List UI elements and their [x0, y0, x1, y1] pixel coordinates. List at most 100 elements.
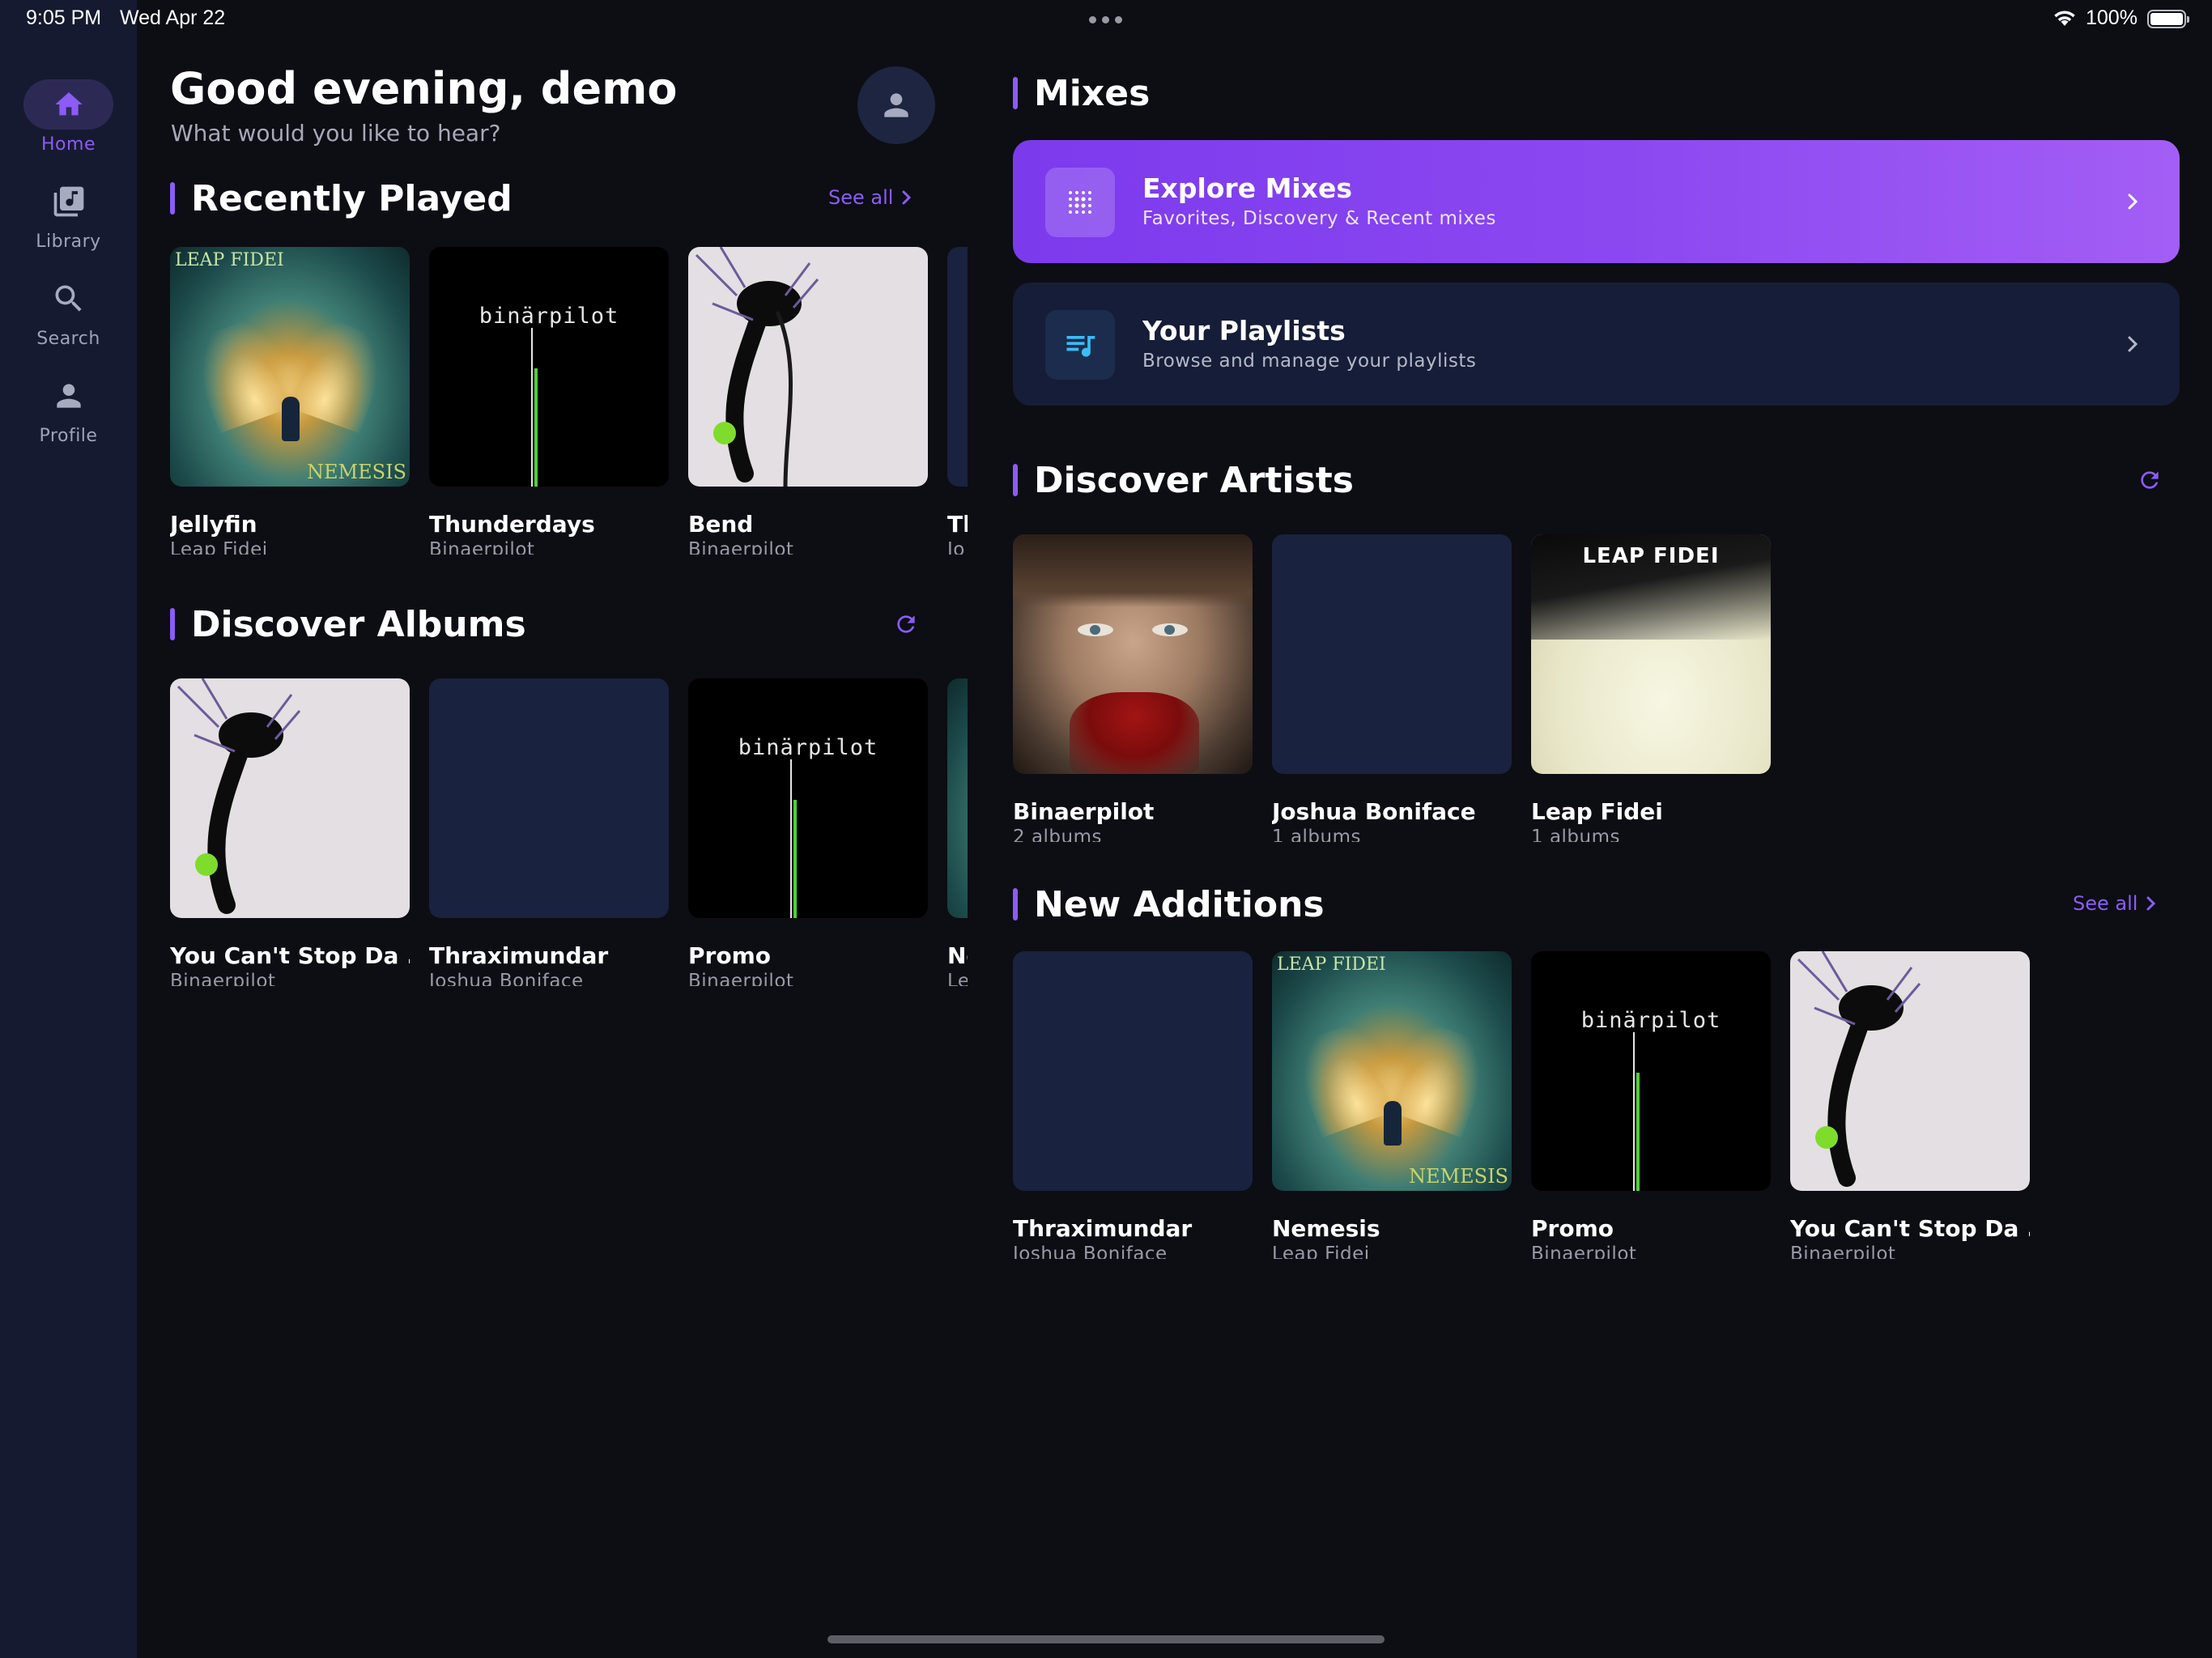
- album-title: Bend: [688, 511, 754, 538]
- album-title: Thraximundar: [429, 942, 609, 969]
- mix-card-subtitle: Browse and manage your playlists: [1142, 351, 1477, 372]
- mix-card-title: Your Playlists: [1142, 315, 1346, 346]
- album-card[interactable]: Ne Le: [947, 678, 968, 986]
- album-artist: Binaerpilot: [429, 539, 535, 555]
- search-icon: [55, 285, 82, 312]
- album-card[interactable]: Th Jo: [947, 247, 968, 555]
- album-title: Jellyfin: [170, 511, 257, 538]
- album-card[interactable]: Thraximundar Joshua Boniface: [1013, 951, 1253, 1259]
- album-title: Ne: [947, 942, 968, 969]
- album-title: Promo: [1531, 1215, 1614, 1242]
- home-indicator[interactable]: [827, 1635, 1385, 1643]
- artist-name: Leap Fidei: [1531, 798, 1663, 825]
- battery-percent: 100%: [2086, 6, 2138, 29]
- library-icon: [53, 186, 83, 217]
- discover-albums-row[interactable]: You Can't Stop Da ... Binaerpilot Thraxi…: [170, 678, 968, 986]
- mixes-header: Mixes: [1013, 72, 1151, 114]
- album-art: binärpilot: [1531, 951, 1771, 1191]
- album-art: [947, 678, 968, 918]
- section-title: Discover Artists: [1034, 459, 1354, 501]
- refresh-icon: [2141, 471, 2159, 489]
- artist-image: LEAP FIDEI: [1531, 534, 1771, 774]
- refresh-icon: [897, 615, 915, 633]
- album-art: binärpilot: [688, 678, 928, 918]
- new-additions-row[interactable]: Thraximundar Joshua Boniface LEAP FIDEI …: [1013, 951, 2180, 1259]
- album-card[interactable]: LEAP FIDEI NEMESIS Nemesis Leap Fidei: [1272, 951, 1512, 1259]
- album-art: [947, 247, 968, 487]
- album-card[interactable]: binärpilot Promo Binaerpilot: [688, 678, 928, 986]
- album-title: You Can't Stop Da ...: [170, 942, 410, 969]
- discover-albums-header: Discover Albums: [170, 603, 526, 645]
- your-playlists-card[interactable]: Your Playlists Browse and manage your pl…: [1013, 283, 2180, 406]
- sidebar: Home Library Search Profile: [0, 0, 137, 1658]
- artist-card[interactable]: Binaerpilot 2 albums: [1013, 534, 1253, 842]
- section-accent-bar: [1013, 888, 1018, 920]
- discover-artists-row[interactable]: Binaerpilot 2 albums Joshua Boniface 1 a…: [1013, 534, 2180, 842]
- recently-played-see-all-button[interactable]: See all: [828, 186, 912, 209]
- mix-card-subtitle: Favorites, Discovery & Recent mixes: [1142, 208, 1496, 229]
- album-artist: Binaerpilot: [1531, 1244, 1637, 1259]
- album-art: LEAP FIDEI NEMESIS: [1272, 951, 1512, 1191]
- album-art: [429, 678, 669, 918]
- album-card[interactable]: binärpilot Promo Binaerpilot: [1531, 951, 1771, 1259]
- album-artist: Binaerpilot: [688, 971, 794, 986]
- artist-album-count: 1 albums: [1272, 827, 1361, 842]
- discover-artists-refresh-button[interactable]: [2133, 464, 2166, 496]
- album-card[interactable]: binärpilot Thunderdays Binaerpilot: [429, 247, 669, 555]
- sidebar-item-home[interactable]: Home: [0, 79, 137, 155]
- multitasking-dots-icon[interactable]: [1089, 16, 1122, 23]
- album-art: LEAP FIDEI NEMESIS: [170, 247, 410, 487]
- album-card[interactable]: Bend Binaerpilot: [688, 247, 928, 555]
- profile-icon: [884, 93, 908, 117]
- greeting-subtitle: What would you like to hear?: [171, 120, 501, 147]
- album-title: Promo: [688, 942, 771, 969]
- artist-name: Joshua Boniface: [1272, 798, 1476, 825]
- recently-played-row[interactable]: LEAP FIDEI NEMESIS Jellyfin Leap Fidei b…: [170, 247, 968, 555]
- album-card[interactable]: Thraximundar Joshua Boniface: [429, 678, 669, 986]
- album-title: You Can't Stop Da ...: [1790, 1215, 2030, 1242]
- artist-album-count: 1 albums: [1531, 827, 1620, 842]
- sidebar-item-label: Profile: [39, 426, 98, 446]
- see-all-label: See all: [2073, 892, 2138, 915]
- chevron-right-icon: [902, 190, 912, 205]
- home-icon: [54, 92, 83, 116]
- album-card[interactable]: You Can't Stop Da ... Binaerpilot: [1790, 951, 2030, 1259]
- album-card[interactable]: You Can't Stop Da ... Binaerpilot: [170, 678, 410, 986]
- greeting-title: Good evening, demo: [170, 63, 678, 114]
- album-artist: Leap Fidei: [170, 539, 268, 555]
- artist-card[interactable]: LEAP FIDEI Leap Fidei 1 albums: [1531, 534, 1771, 842]
- profile-icon: [56, 384, 81, 408]
- album-artist: Jo: [947, 539, 965, 555]
- explore-mixes-card[interactable]: Explore Mixes Favorites, Discovery & Rec…: [1013, 140, 2180, 263]
- section-accent-bar: [170, 608, 175, 640]
- discover-albums-refresh-button[interactable]: [890, 608, 922, 640]
- status-date: Wed Apr 22: [120, 6, 226, 29]
- chevron-right-icon: [2128, 193, 2138, 210]
- album-title: Nemesis: [1272, 1215, 1380, 1242]
- artist-card[interactable]: Joshua Boniface 1 albums: [1272, 534, 1512, 842]
- sidebar-item-library[interactable]: Library: [0, 176, 137, 252]
- artist-image: [1272, 534, 1512, 774]
- section-title: Discover Albums: [191, 603, 526, 645]
- new-additions-header: New Additions: [1013, 884, 1325, 925]
- see-all-label: See all: [828, 186, 894, 209]
- status-time: 9:05 PM: [26, 6, 102, 29]
- section-title: New Additions: [1034, 883, 1325, 925]
- album-title: Th: [947, 511, 968, 538]
- sidebar-item-profile[interactable]: Profile: [0, 371, 137, 446]
- sidebar-item-label: Home: [41, 134, 96, 155]
- sidebar-item-search[interactable]: Search: [0, 274, 137, 349]
- section-accent-bar: [1013, 464, 1018, 496]
- album-artist: Joshua Boniface: [1013, 1244, 1168, 1259]
- chevron-right-icon: [2128, 336, 2138, 352]
- grid-dots-icon: [1045, 168, 1115, 237]
- discover-artists-header: Discover Artists: [1013, 459, 1354, 501]
- album-art: [1013, 951, 1253, 1191]
- avatar-button[interactable]: [857, 66, 935, 144]
- album-card[interactable]: LEAP FIDEI NEMESIS Jellyfin Leap Fidei: [170, 247, 410, 555]
- album-title: Thraximundar: [1013, 1215, 1193, 1242]
- album-artist: Le: [947, 971, 968, 986]
- section-title: Mixes: [1034, 72, 1151, 114]
- new-additions-see-all-button[interactable]: See all: [2073, 892, 2157, 915]
- album-art: binärpilot: [429, 247, 669, 487]
